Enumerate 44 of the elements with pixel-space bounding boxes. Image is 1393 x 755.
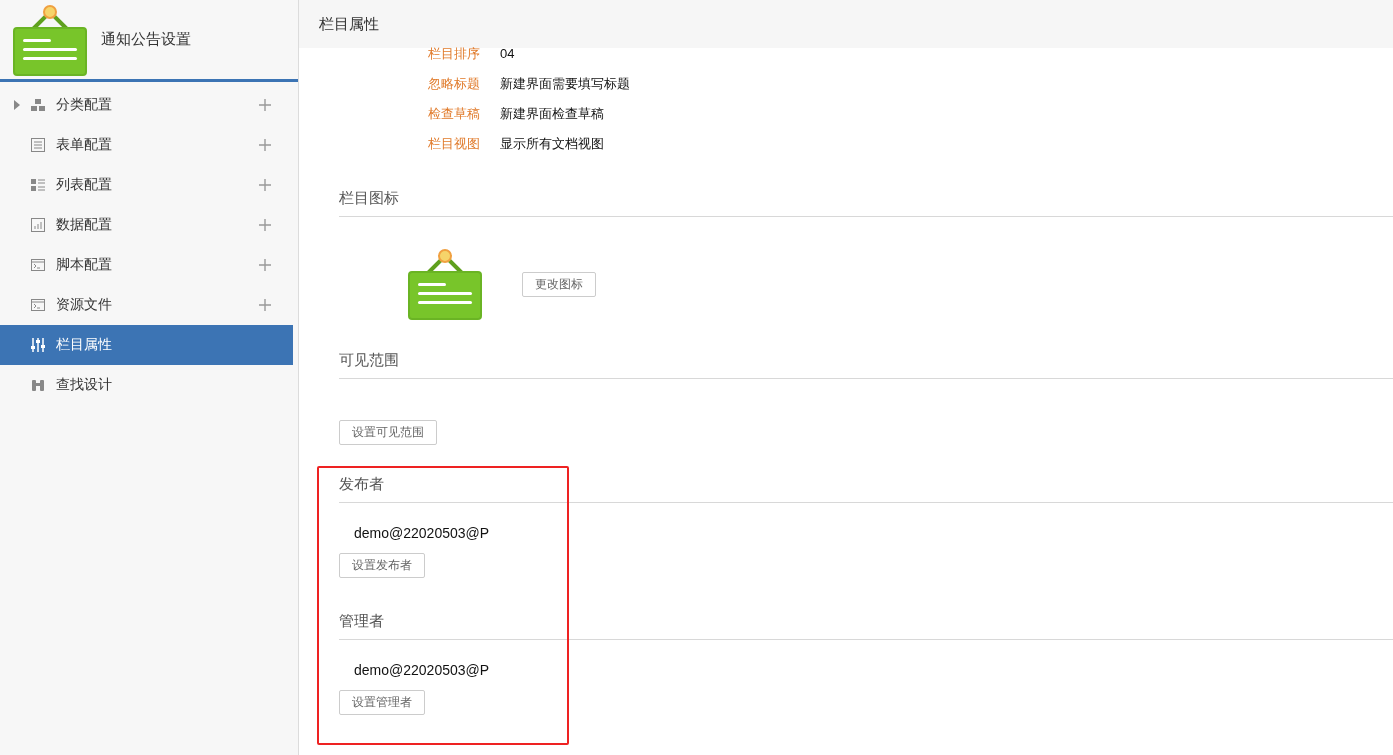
add-icon[interactable] <box>259 259 271 271</box>
menu-item[interactable]: 资源文件 <box>0 285 293 325</box>
section-title: 栏目图标 <box>339 189 1393 217</box>
menu-item[interactable]: 表单配置 <box>0 125 293 165</box>
menu-item[interactable]: 栏目属性 <box>0 325 293 365</box>
menu-item[interactable]: 数据配置 <box>0 205 293 245</box>
property-value: 新建界面需要填写标题 <box>500 75 631 93</box>
user-name: demo@22020503@P <box>353 661 491 680</box>
add-icon[interactable] <box>259 139 271 151</box>
sliders-icon <box>30 337 46 353</box>
binoculars-icon <box>30 377 46 393</box>
menu-item[interactable]: 查找设计 <box>0 365 293 405</box>
menu-item[interactable]: 分类配置 <box>0 85 293 125</box>
add-icon[interactable] <box>259 99 271 111</box>
menu-item[interactable]: 列表配置 <box>0 165 293 205</box>
form-icon <box>30 137 46 153</box>
terminal-icon <box>30 297 46 313</box>
page-title: 栏目属性 <box>299 0 1393 48</box>
notice-board-icon <box>408 247 482 321</box>
property-value: 显示所有文档视图 <box>500 135 605 153</box>
menu-item[interactable]: 脚本配置 <box>0 245 293 285</box>
add-icon[interactable] <box>259 179 271 191</box>
set-user-button[interactable]: 设置发布者 <box>339 553 425 578</box>
property-value: 04 <box>500 45 516 63</box>
list-icon <box>30 177 46 193</box>
add-icon[interactable] <box>259 219 271 231</box>
expand-caret-icon[interactable] <box>14 100 20 110</box>
property-value: 新建界面检查草稿 <box>500 105 605 123</box>
property-label: 栏目排序 <box>427 45 480 63</box>
section-title: 可见范围 <box>339 351 1393 379</box>
section-title: 管理者 <box>339 612 1393 640</box>
app-title: 通知公告设置 <box>101 30 191 49</box>
blocks-icon <box>30 97 46 113</box>
set-user-button[interactable]: 设置管理者 <box>339 690 425 715</box>
change-icon-button[interactable]: 更改图标 <box>522 271 596 297</box>
property-label: 检查草稿 <box>427 105 480 123</box>
add-icon[interactable] <box>259 299 271 311</box>
set-scope-button[interactable]: 设置可见范围 <box>339 420 437 445</box>
terminal-icon <box>30 257 46 273</box>
user-name: demo@22020503@P <box>353 524 491 543</box>
section-title: 发布者 <box>339 475 1393 503</box>
property-label: 忽略标题 <box>427 75 480 93</box>
property-label: 栏目视图 <box>427 135 480 153</box>
chart-icon <box>30 217 46 233</box>
